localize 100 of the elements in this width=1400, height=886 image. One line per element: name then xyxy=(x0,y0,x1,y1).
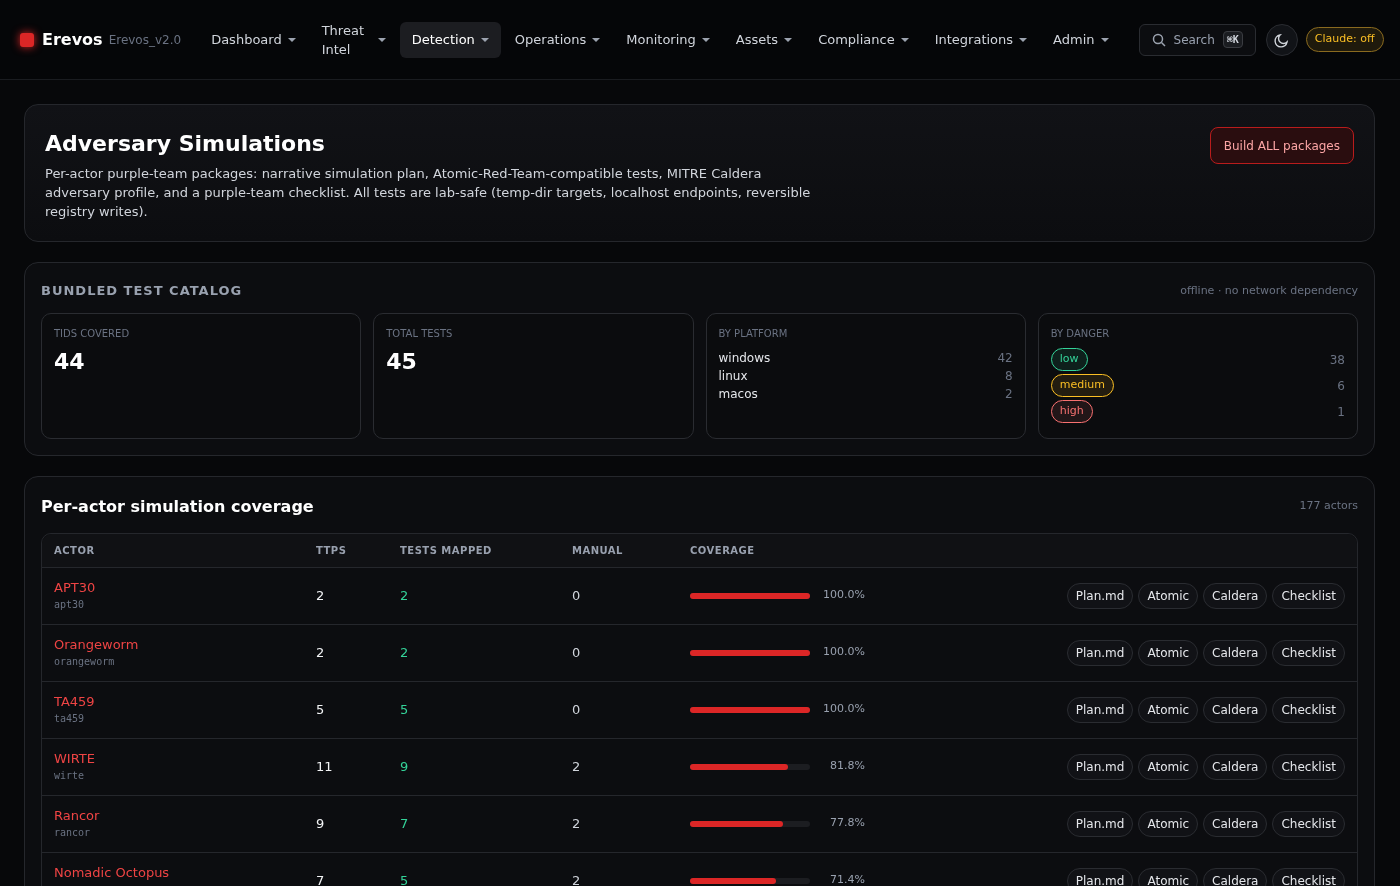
coverage-percent: 100.0% xyxy=(822,701,865,718)
column-header: TESTS MAPPED xyxy=(400,543,493,558)
actor-slug: wirte xyxy=(54,768,86,783)
stat-value: 44 xyxy=(54,347,86,376)
download-button[interactable]: Checklist xyxy=(1272,867,1345,886)
download-button[interactable]: Atomic xyxy=(1138,810,1199,837)
search-field[interactable]: Search ⌘K xyxy=(1138,23,1256,56)
page-description: Per-actor purple-team packages: narrative simulation plan, Atomic-Red-Team-compatible tests, MITRE Caldera adversary profile, and a purple-team checklist. All tests are lab-safe (temp-dir targets, localhost endpoints, reversible registry writes). xyxy=(45,165,812,221)
coverage-percent: 71.4% xyxy=(829,872,865,886)
table-cell-text: 2 xyxy=(400,643,410,662)
platform-count: 42 xyxy=(997,349,1013,367)
table-cell-text: 0 xyxy=(572,586,582,605)
caret-icon xyxy=(1019,37,1028,42)
table-cell-text: 0 xyxy=(572,643,582,662)
download-button[interactable]: Caldera xyxy=(1203,696,1268,723)
download-button[interactable]: Plan.md xyxy=(1066,753,1134,780)
danger-tag: high xyxy=(1050,400,1093,423)
download-button[interactable]: Atomic xyxy=(1138,639,1199,666)
download-button[interactable]: Plan.md xyxy=(1066,696,1134,723)
nav-menu[interactable]: Assets xyxy=(723,21,805,58)
download-button[interactable]: Atomic xyxy=(1138,582,1199,609)
danger-count: 38 xyxy=(1329,351,1345,369)
actor-slug: orangeworm xyxy=(54,654,116,669)
actor-link[interactable]: Rancor xyxy=(54,806,316,825)
section-title: BUNDLED TEST CATALOG xyxy=(41,282,243,300)
stat-value: 45 xyxy=(386,347,418,376)
nav-menu[interactable]: Compliance xyxy=(806,21,921,58)
platform-name: windows xyxy=(718,349,771,367)
column-header: MANUAL xyxy=(572,543,624,558)
download-button[interactable]: Plan.md xyxy=(1066,582,1134,609)
caret-icon xyxy=(1100,37,1109,42)
nav-menu[interactable]: Admin xyxy=(1041,21,1121,58)
table-cell-text: 2 xyxy=(572,814,582,833)
download-button[interactable]: Plan.md xyxy=(1066,810,1134,837)
caret-icon xyxy=(900,37,909,42)
coverage-percent: 100.0% xyxy=(822,644,865,661)
actor-link[interactable]: WIRTE xyxy=(54,749,316,768)
download-button[interactable]: Caldera xyxy=(1203,639,1268,666)
platform-count: 8 xyxy=(1005,367,1013,385)
caret-icon xyxy=(287,37,296,42)
search-icon xyxy=(1151,32,1166,47)
danger-tag: low xyxy=(1050,348,1088,371)
download-button[interactable]: Atomic xyxy=(1138,867,1199,886)
table-cell-text: 2 xyxy=(572,757,582,776)
table-cell-text: 5 xyxy=(400,700,410,719)
table-cell-text: 7 xyxy=(400,814,410,833)
platform-count: 2 xyxy=(1005,385,1013,403)
download-button[interactable]: Checklist xyxy=(1272,582,1345,609)
danger-tag: medium xyxy=(1050,374,1114,397)
theme-toggle[interactable] xyxy=(1265,23,1298,56)
logo-icon xyxy=(20,32,34,47)
actor-link[interactable]: Orangeworm xyxy=(54,635,316,654)
coverage-percent: 81.8% xyxy=(829,758,865,775)
actor-link[interactable]: TA459 xyxy=(54,692,316,711)
build-all-button[interactable]: Build ALL packages xyxy=(1209,127,1354,164)
download-button[interactable]: Checklist xyxy=(1272,639,1345,666)
download-button[interactable]: Caldera xyxy=(1203,810,1268,837)
caret-icon xyxy=(592,37,601,42)
nav-menu[interactable]: Threat Intel xyxy=(309,21,398,58)
section-title: Per-actor simulation coverage xyxy=(41,495,314,518)
download-button[interactable]: Checklist xyxy=(1272,810,1345,837)
download-button[interactable]: Caldera xyxy=(1203,753,1268,780)
download-button[interactable]: Checklist xyxy=(1272,753,1345,780)
catalog-note: offline · no network dependency xyxy=(1180,282,1358,299)
nav-menu[interactable]: Dashboard xyxy=(199,21,308,58)
table-cell-text: 2 xyxy=(572,871,582,886)
download-button[interactable]: Caldera xyxy=(1203,582,1268,609)
download-button[interactable]: Atomic xyxy=(1138,696,1199,723)
column-header: COVERAGE xyxy=(690,543,756,558)
stat-label: TOTAL TESTS xyxy=(386,326,454,341)
table-cell-text: 5 xyxy=(316,700,326,719)
column-header: ACTOR xyxy=(54,543,96,558)
actor-count: 177 actors xyxy=(1299,498,1358,515)
actor-slug: ta459 xyxy=(54,711,86,726)
actor-link[interactable]: APT30 xyxy=(54,578,316,597)
column-header: TTPS xyxy=(316,543,348,558)
brand-name[interactable]: Erevos xyxy=(42,27,103,52)
actor-slug: apt30 xyxy=(54,597,86,612)
nav-menu[interactable]: Integrations xyxy=(922,21,1040,58)
nav-menu[interactable]: Monitoring xyxy=(614,21,722,58)
actor-link[interactable]: Nomadic Octopus xyxy=(54,863,316,882)
stat-label: BY DANGER xyxy=(1050,326,1111,341)
table-cell-text: 7 xyxy=(316,871,326,886)
version-label: Erevos_v2.0 xyxy=(108,31,182,49)
nav-menu[interactable]: Operations xyxy=(502,21,613,58)
download-button[interactable]: Caldera xyxy=(1203,867,1268,886)
table-cell-text: 2 xyxy=(316,586,326,605)
shortcut-key: ⌘K xyxy=(1222,31,1243,48)
download-button[interactable]: Atomic xyxy=(1138,753,1199,780)
page-title: Adversary Simulations xyxy=(45,130,326,158)
table-cell-text: 11 xyxy=(316,757,334,776)
table-cell-text: 5 xyxy=(400,871,410,886)
table-cell-text: 2 xyxy=(400,586,410,605)
nav-menu[interactable]: Detection xyxy=(399,21,501,58)
danger-count: 6 xyxy=(1337,377,1345,395)
download-button[interactable]: Checklist xyxy=(1272,696,1345,723)
caret-icon xyxy=(377,37,386,42)
download-button[interactable]: Plan.md xyxy=(1066,639,1134,666)
stat-label: BY PLATFORM xyxy=(718,326,789,341)
download-button[interactable]: Plan.md xyxy=(1066,867,1134,886)
